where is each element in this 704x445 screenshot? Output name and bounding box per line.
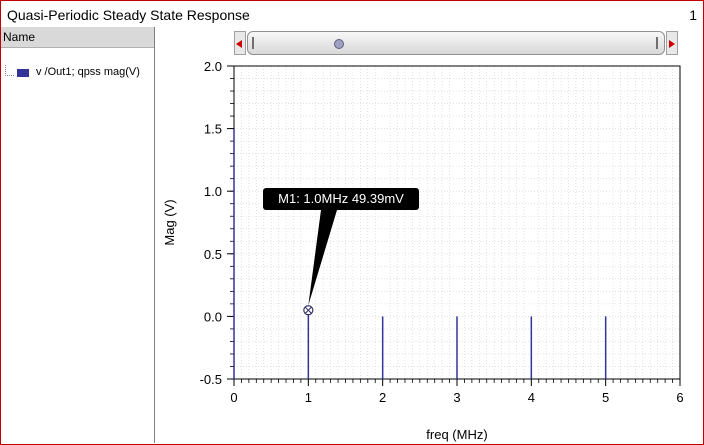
y-tick-label: -0.5 (200, 372, 222, 387)
trace-list-panel: Name v /Out1; qpss mag(V) (1, 27, 155, 443)
y-tick-label: 0.5 (204, 247, 222, 262)
window-title: Quasi-Periodic Steady State Response (7, 7, 250, 23)
trace-list-item[interactable]: v /Out1; qpss mag(V) (5, 65, 154, 81)
x-tick-label: 4 (528, 390, 535, 405)
x-tick-label: 5 (602, 390, 609, 405)
right-grip[interactable] (656, 37, 658, 49)
tick-labels: 0 1 2 3 4 5 6 -0.5 0.0 0.5 1.0 1.5 2.0 (200, 59, 684, 405)
marker-m1[interactable]: M1: 1.0MHz 49.39mV (263, 188, 419, 316)
x-tick-label: 0 (230, 390, 237, 405)
x-tick-label: 3 (453, 390, 460, 405)
y-tick-label: 0.0 (204, 309, 222, 324)
x-axis-scrollbar[interactable] (232, 28, 678, 58)
spectrum-plot[interactable]: 0 1 2 3 4 5 6 -0.5 0.0 0.5 1.0 1.5 2.0 freq (MHz) Ma… (154, 58, 702, 445)
y-tick-label: 1.5 (204, 122, 222, 137)
marker-pointer (308, 210, 337, 306)
trace-label: v /Out1; qpss mag(V) (36, 66, 140, 78)
scrollbar-thumb[interactable] (247, 31, 665, 55)
x-tick-label: 6 (676, 390, 683, 405)
scroll-left-arrow-icon[interactable] (234, 31, 246, 55)
trace-color-swatch (17, 69, 29, 77)
axes (227, 65, 681, 386)
tree-connector (5, 65, 14, 76)
left-grip[interactable] (252, 37, 254, 49)
title-bar: Quasi-Periodic Steady State Response 1 (1, 1, 703, 27)
y-tick-label: 2.0 (204, 59, 222, 74)
x-axis-label: freq (MHz) (426, 427, 487, 442)
y-tick-label: 1.0 (204, 184, 222, 199)
x-tick-label: 1 (305, 390, 312, 405)
x-tick-label: 2 (379, 390, 386, 405)
marker-label: M1: 1.0MHz 49.39mV (278, 191, 404, 206)
thumb-grip-icon (334, 39, 344, 49)
window-number: 1 (689, 7, 697, 23)
name-column-header[interactable]: Name (1, 27, 154, 48)
y-axis-label: Mag (V) (162, 199, 177, 245)
scroll-right-arrow-icon[interactable] (666, 31, 678, 55)
